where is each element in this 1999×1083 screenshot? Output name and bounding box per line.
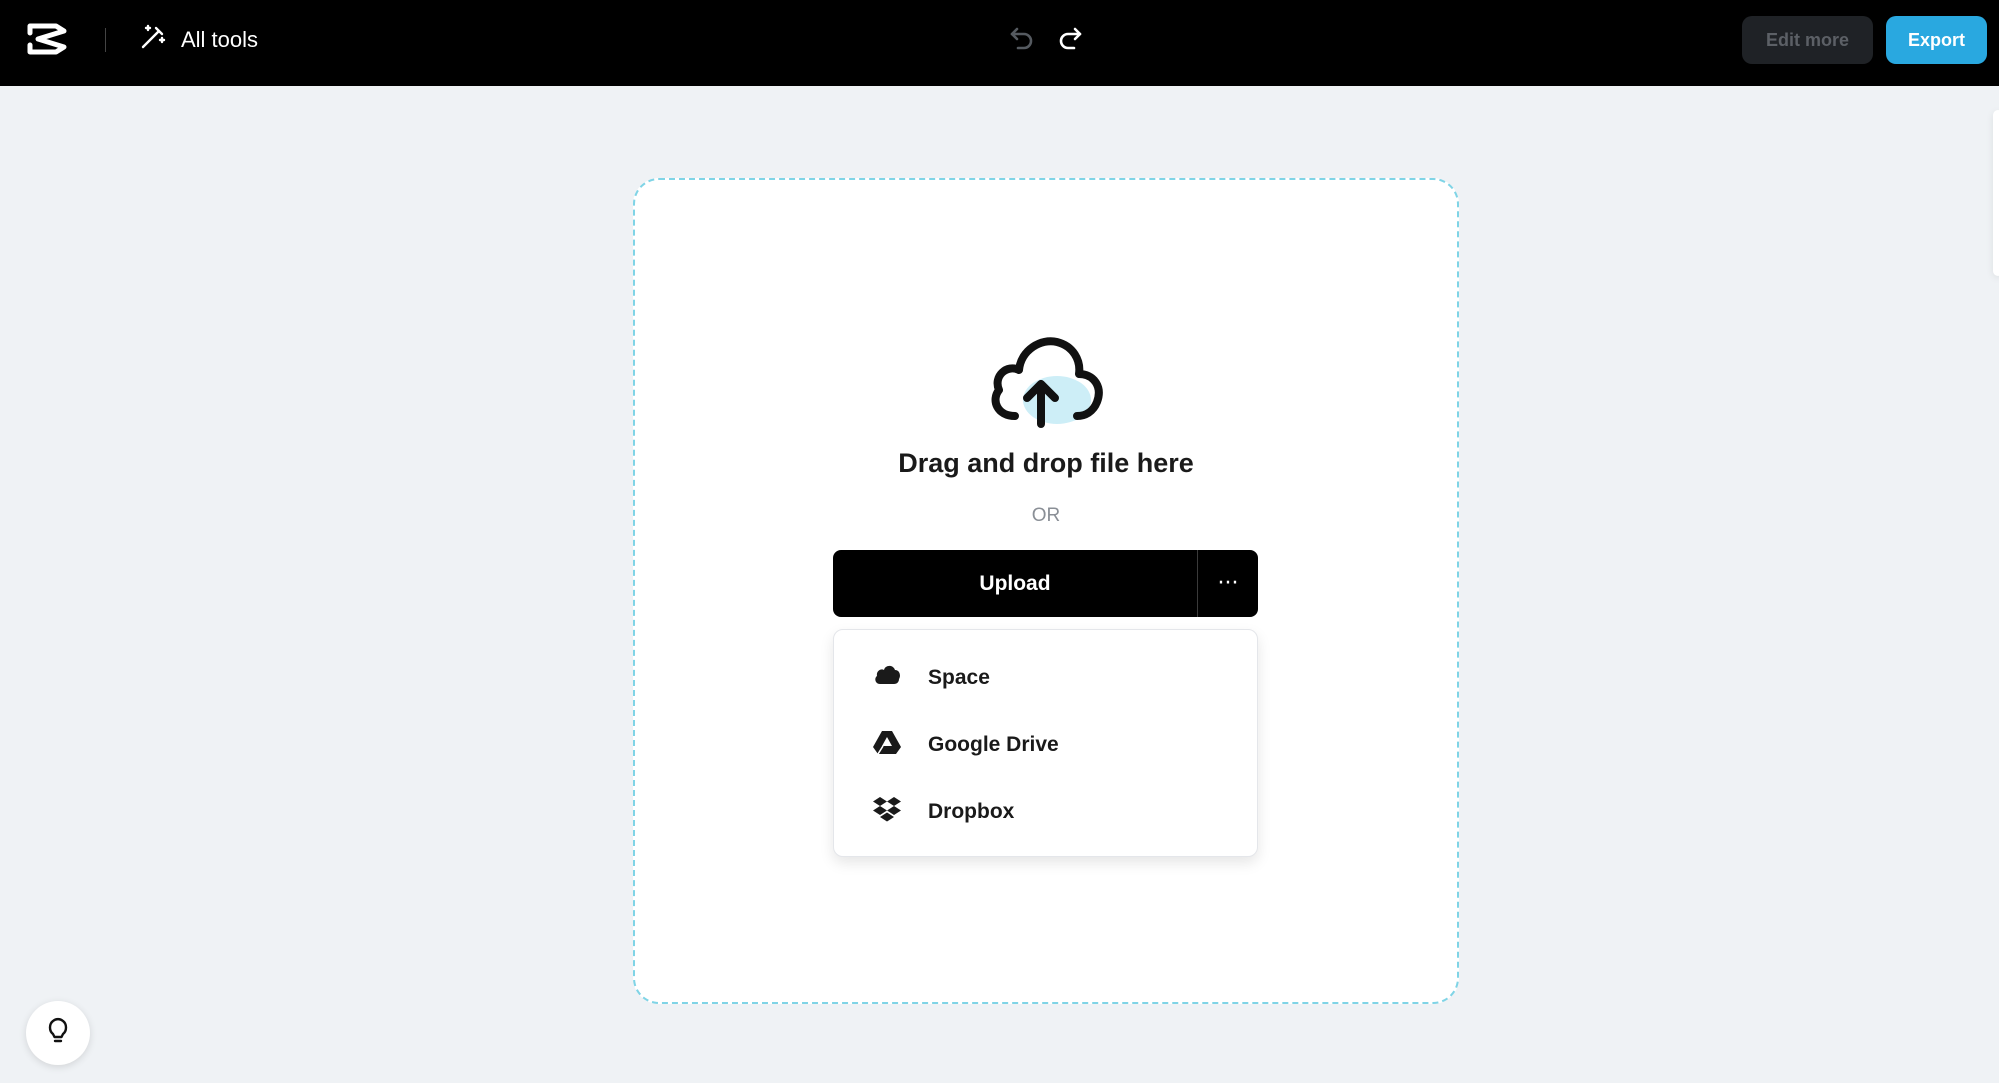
upload-button-group: Upload ··· <box>833 550 1258 617</box>
magic-wand-icon <box>139 23 167 57</box>
menu-item-google-drive[interactable]: Google Drive <box>834 711 1257 778</box>
redo-button[interactable] <box>1050 19 1090 59</box>
more-upload-options-button[interactable]: ··· <box>1198 550 1258 617</box>
google-drive-icon <box>872 727 902 763</box>
tips-button[interactable] <box>26 1001 90 1065</box>
export-button[interactable]: Export <box>1886 16 1987 64</box>
capcut-logo-icon[interactable] <box>26 21 68 57</box>
or-separator: OR <box>1031 505 1061 526</box>
dropbox-icon <box>872 794 902 830</box>
more-dots-icon: ··· <box>1217 571 1239 596</box>
menu-item-label: Space <box>928 665 990 689</box>
menu-item-label: Dropbox <box>928 799 1015 823</box>
undo-button[interactable] <box>1002 19 1042 59</box>
menu-item-space[interactable]: Space <box>834 644 1257 711</box>
undo-icon <box>1008 23 1036 56</box>
edit-more-button[interactable]: Edit more <box>1742 16 1873 64</box>
menu-item-dropbox[interactable]: Dropbox <box>834 778 1257 845</box>
menu-item-label: Google Drive <box>928 732 1059 756</box>
upload-source-menu: Space Google Drive Dropbox <box>833 629 1258 857</box>
redo-icon <box>1056 23 1084 56</box>
top-bar: All tools Edit more Export <box>0 0 1999 86</box>
header-divider <box>105 28 106 52</box>
cloud-upload-icon <box>985 328 1109 432</box>
cloud-icon <box>872 660 902 696</box>
dropzone-title: Drag and drop file here <box>898 448 1194 478</box>
lightbulb-icon <box>43 1016 73 1051</box>
side-panel-edge <box>1993 110 1999 276</box>
all-tools-label: All tools <box>181 27 259 52</box>
all-tools-button[interactable]: All tools <box>139 22 258 58</box>
upload-button[interactable]: Upload <box>833 550 1198 617</box>
